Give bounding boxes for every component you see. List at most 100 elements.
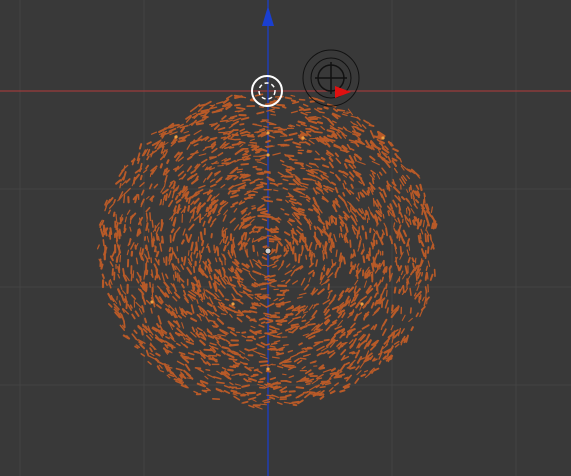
3d-cursor-icon[interactable] — [302, 49, 360, 107]
hair-strand — [190, 169, 196, 174]
hair-strand — [250, 325, 256, 329]
hair-strand — [315, 328, 321, 331]
hair-strand — [220, 301, 225, 306]
hair-strand — [207, 302, 213, 307]
hair-strand — [204, 294, 209, 300]
hair-strand — [218, 257, 222, 263]
hair-strand — [343, 385, 350, 390]
hair-strand — [140, 329, 144, 336]
hair-strand — [251, 225, 257, 231]
hair-strand — [199, 231, 203, 241]
hair-strand — [307, 322, 316, 326]
hair-strand — [122, 290, 127, 295]
hair-strand — [359, 361, 365, 369]
hair-strand — [327, 283, 330, 291]
hair-strand — [309, 393, 315, 395]
hair-strand — [364, 374, 369, 379]
3d-viewport[interactable] — [0, 0, 571, 476]
hair-strand — [190, 200, 195, 206]
hair-strand — [170, 228, 175, 234]
hair-strand — [285, 263, 291, 268]
hair-strand — [167, 190, 172, 198]
hair-strand — [230, 194, 239, 199]
hair-strand — [305, 382, 311, 385]
hair-strand — [138, 340, 144, 345]
hair-strand — [299, 325, 308, 330]
hair-strand — [217, 127, 226, 131]
hair-strand — [255, 124, 263, 127]
hair-strand — [161, 188, 169, 195]
hair-strand — [359, 235, 362, 241]
hair-strand — [361, 324, 370, 330]
hair-strand — [209, 342, 217, 346]
hair-strand — [322, 299, 331, 305]
hair-strand — [302, 185, 308, 189]
hair-strand — [219, 239, 223, 245]
hair-strand — [134, 345, 139, 349]
hair-strand — [325, 326, 331, 332]
hair-strand — [345, 361, 351, 366]
hair-strand — [159, 199, 163, 205]
hair-strand — [209, 275, 213, 281]
hair-strand — [145, 349, 150, 357]
hair-strand — [293, 188, 303, 194]
hair-strand — [317, 99, 325, 103]
hair-strand — [326, 134, 333, 138]
hair-strand — [308, 304, 314, 311]
hair-strand — [186, 165, 193, 172]
hair-strand — [327, 117, 335, 126]
origin-dot-icon[interactable] — [264, 247, 272, 255]
arrow-up-icon[interactable] — [262, 6, 274, 26]
hair-strand — [279, 159, 285, 163]
hair-strand — [191, 178, 199, 185]
hair-strand — [342, 170, 349, 176]
hair-strand — [352, 164, 357, 169]
hair-strand — [245, 391, 251, 394]
hair-strand — [382, 318, 388, 327]
hair-strand — [378, 186, 383, 192]
hair-strand — [162, 257, 166, 264]
hair-strand — [380, 234, 384, 240]
hair-strand — [297, 207, 305, 212]
hair-strand — [301, 347, 306, 350]
hair-strand — [239, 361, 245, 365]
vertex-dot — [150, 300, 154, 304]
hair-strand — [239, 268, 242, 274]
hair-strand — [273, 259, 279, 264]
hair-strand — [292, 316, 302, 320]
hair-strand — [250, 146, 259, 148]
hair-strand — [232, 286, 239, 295]
hair-strand — [211, 147, 218, 154]
hair-strand — [310, 257, 313, 266]
vertex-dot — [360, 302, 364, 306]
hair-strand — [180, 342, 185, 346]
hair-strand — [147, 250, 151, 260]
viewport-canvas[interactable] — [0, 0, 571, 476]
hair-strand — [289, 241, 293, 252]
hair-strand — [135, 278, 140, 284]
hair-strand — [229, 331, 237, 337]
hair-strand — [387, 184, 391, 192]
hair-strand — [353, 155, 357, 162]
hair-strand — [198, 153, 207, 157]
hair-strand — [276, 322, 283, 326]
hair-strand — [367, 186, 371, 194]
hair-strand — [320, 156, 326, 161]
hair-strand — [309, 125, 319, 130]
hair-strand — [409, 307, 412, 314]
hair-strand — [212, 305, 217, 312]
vertex-dot — [266, 367, 270, 371]
hair-strand — [134, 338, 139, 341]
hair-strand — [258, 360, 268, 363]
hair-strand — [186, 266, 193, 275]
hair-strand — [408, 210, 411, 216]
hair-strand — [315, 259, 319, 267]
hair-strand — [270, 314, 277, 317]
hair-strand — [202, 163, 207, 168]
hair-strand — [328, 161, 334, 169]
hair-strand — [306, 198, 310, 203]
hair-strand — [193, 129, 202, 135]
hair-strand — [369, 130, 375, 139]
hair-strand — [272, 152, 281, 156]
hair-strand — [124, 216, 128, 223]
